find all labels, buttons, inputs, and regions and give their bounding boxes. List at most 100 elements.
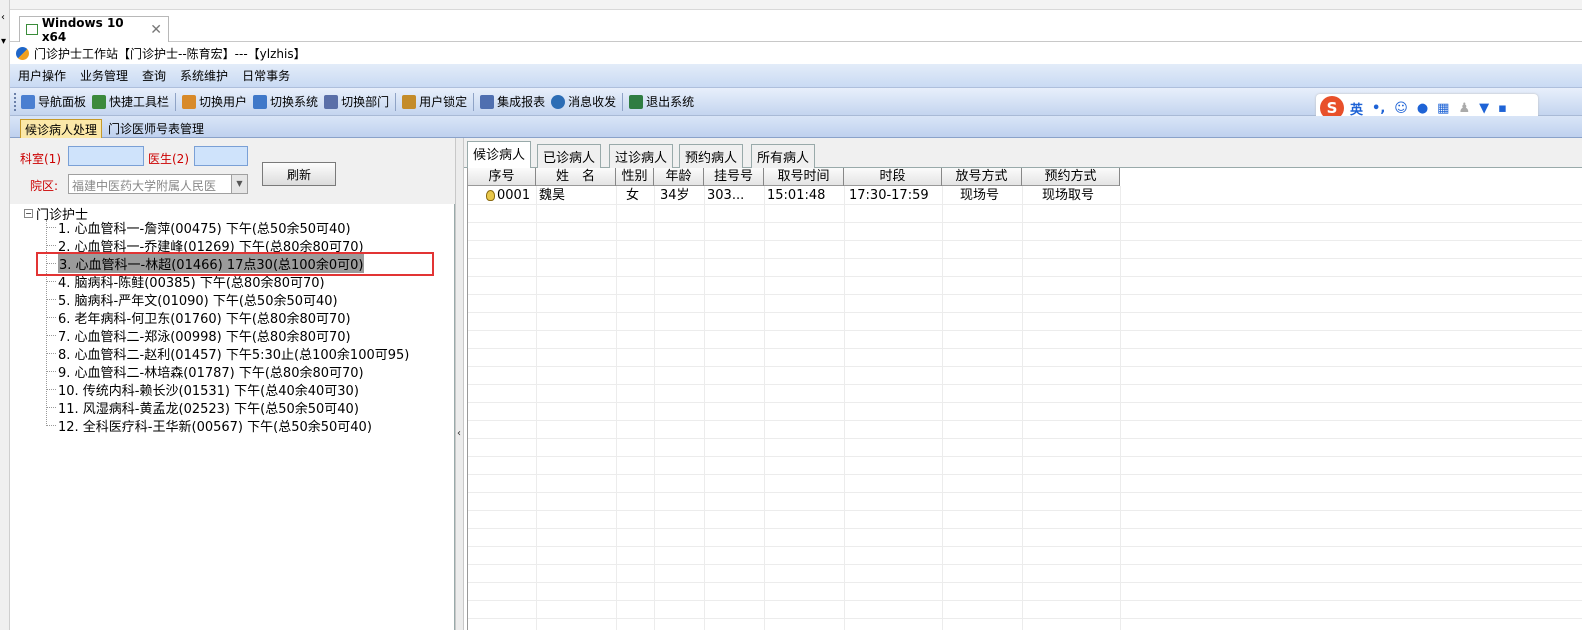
quick-toolbar-button[interactable]: 快捷工具栏 [92, 93, 169, 110]
toolbar-grip[interactable] [14, 92, 17, 111]
doctor-input[interactable] [194, 146, 248, 166]
switch-system-label: 切换系统 [270, 95, 319, 109]
message-button[interactable]: 消息收发 [551, 93, 616, 110]
dropdown-arrow-icon[interactable]: ▾ [1, 36, 6, 47]
report-button[interactable]: 集成报表 [480, 93, 545, 110]
col-booking-mode[interactable]: 预约方式 [1022, 168, 1120, 186]
menu-query[interactable]: 查询 [142, 67, 166, 84]
vm-icon [26, 24, 38, 35]
tab-waiting-patients[interactable]: 候诊病人处理 [20, 119, 103, 138]
refresh-button[interactable]: 刷新 [262, 162, 336, 186]
user-lock-icon [402, 94, 417, 109]
vm-tab-windows10[interactable]: Windows 10 x64 ✕ [19, 16, 169, 44]
app-title: 门诊护士工作站【门诊护士--陈育宏】---【ylzhis】 [34, 46, 306, 61]
tree-item[interactable]: 8. 心血管科二-赵利(01457) 下午5:30止(总100余100可95) [46, 344, 409, 363]
cell-seq-text: 0001 [497, 188, 531, 203]
tree-item[interactable]: 12. 全科医疗科-王华新(00567) 下午(总50余50可40) [46, 416, 372, 435]
grid-line [468, 402, 1582, 403]
col-seq[interactable]: 序号 [468, 168, 536, 186]
col-name[interactable]: 姓 名 [536, 168, 616, 186]
apps-icon[interactable]: ▪ [1498, 101, 1507, 116]
menu-user-ops[interactable]: 用户操作 [18, 67, 66, 84]
collapse-icon[interactable]: − [24, 209, 33, 218]
table-row[interactable]: 0001 魏昊 女 34岁 303... 15:01:48 17:30-17:5… [468, 187, 1120, 205]
tab-missed[interactable]: 过诊病人 [609, 144, 674, 168]
tree-item-label: 7. 心血管科二-郑泳(00998) 下午(总80余80可70) [58, 329, 351, 345]
exit-button[interactable]: 退出系统 [629, 93, 694, 110]
grid-line [468, 222, 1582, 223]
vm-tab-bar: Windows 10 x64 ✕ [10, 10, 1582, 44]
grid-line [468, 510, 1582, 511]
tab-seen[interactable]: 已诊病人 [537, 144, 602, 168]
grid-line [468, 564, 1582, 565]
keyboard-icon[interactable]: ▦ [1437, 101, 1449, 116]
switch-department-button[interactable]: 切换部门 [324, 93, 389, 110]
tree-item[interactable]: 11. 风湿病科-黄孟龙(02523) 下午(总50余50可40) [46, 398, 359, 417]
message-label: 消息收发 [568, 95, 617, 109]
right-pane: 候诊病人 已诊病人 过诊病人 预约病人 所有病人 序号 姓 名 性别 年龄 挂号… [464, 138, 1582, 630]
menu-daily-affairs[interactable]: 日常事务 [242, 67, 290, 84]
cell-release-mode: 现场号 [960, 188, 1000, 203]
user-lock-button[interactable]: 用户锁定 [402, 93, 467, 110]
tab-appointment[interactable]: 预约病人 [679, 144, 744, 168]
close-icon[interactable]: ✕ [150, 22, 162, 38]
col-take-time[interactable]: 取号时间 [764, 168, 844, 186]
switch-user-label: 切换用户 [199, 95, 248, 109]
ime-mode-toggle[interactable]: 英 [1350, 99, 1363, 118]
dept-input[interactable] [68, 146, 144, 166]
report-icon [480, 94, 495, 109]
campus-value: 福建中医药大学附属人民医 [72, 179, 217, 193]
tab-all[interactable]: 所有病人 [751, 144, 816, 168]
col-reg-no[interactable]: 挂号号 [704, 168, 764, 186]
switch-user-icon [182, 94, 197, 109]
skin-icon[interactable]: ▼ [1479, 101, 1489, 116]
tree-item[interactable]: 5. 脑病科-严年文(01090) 下午(总50余50可40) [46, 290, 338, 309]
switch-system-button[interactable]: 切换系统 [253, 93, 318, 110]
collapse-left-icon[interactable]: ‹ [457, 428, 461, 439]
left-pane: 科室(1) 医生(2) 院区: 福建中医药大学附属人民医 ▼ 刷新 − 门诊护士… [10, 138, 455, 630]
cell-reg-no: 303... [707, 188, 745, 203]
col-gender[interactable]: 性别 [616, 168, 654, 186]
switch-user-button[interactable]: 切换用户 [182, 93, 247, 110]
tree-item[interactable]: 10. 传统内科-赖长沙(01531) 下午(总40余40可30) [46, 380, 359, 399]
grid-line [468, 384, 1582, 385]
quick-toolbar-icon [92, 94, 107, 109]
user-icon[interactable]: ♟ [1458, 101, 1470, 116]
back-arrow-icon[interactable]: ‹ [1, 12, 5, 23]
col-period[interactable]: 时段 [844, 168, 942, 186]
tree-item-label: 10. 传统内科-赖长沙(01531) 下午(总40余40可30) [58, 383, 359, 399]
grid-line [468, 474, 1582, 475]
quick-toolbar-label: 快捷工具栏 [109, 95, 170, 109]
tab-doctor-schedule[interactable]: 门诊医师号表管理 [104, 119, 208, 138]
tree-item[interactable]: 6. 老年病科-何卫东(01760) 下午(总80余80可70) [46, 308, 351, 327]
campus-select[interactable]: 福建中医药大学附属人民医 ▼ [68, 174, 248, 194]
grid-line [468, 240, 1582, 241]
tree-item-label: 11. 风湿病科-黄孟龙(02523) 下午(总50余50可40) [58, 401, 359, 417]
navigation-panel-button[interactable]: 导航面板 [21, 93, 86, 110]
user-lock-label: 用户锁定 [419, 95, 468, 109]
menu-system-maintenance[interactable]: 系统维护 [180, 67, 228, 84]
tree-item[interactable]: 1. 心血管科一-詹萍(00475) 下午(总50余50可40) [46, 218, 351, 237]
highlight-annotation-box [36, 252, 434, 276]
exit-label: 退出系统 [646, 95, 695, 109]
menu-business[interactable]: 业务管理 [80, 67, 128, 84]
grid-line [468, 582, 1582, 583]
report-label: 集成报表 [497, 95, 546, 109]
message-icon [551, 94, 566, 109]
chevron-down-icon[interactable]: ▼ [231, 175, 247, 193]
tree-item[interactable]: 7. 心血管科二-郑泳(00998) 下午(总80余80可70) [46, 326, 351, 345]
navigation-panel-icon [21, 94, 35, 109]
ime-punct-toggle[interactable]: •, [1372, 101, 1385, 116]
exit-icon [629, 94, 644, 109]
col-age[interactable]: 年龄 [654, 168, 704, 186]
grid-line [468, 312, 1582, 313]
tree-item-label: 1. 心血管科一-詹萍(00475) 下午(总50余50可40) [58, 221, 351, 237]
grid-line [468, 348, 1582, 349]
navigation-panel-label: 导航面板 [38, 95, 87, 109]
col-release-mode[interactable]: 放号方式 [942, 168, 1022, 186]
tab-waiting[interactable]: 候诊病人 [467, 141, 532, 169]
tree-item[interactable]: 9. 心血管科二-林培森(01787) 下午(总80余80可70) [46, 362, 364, 381]
pane-splitter[interactable]: ‹ [455, 138, 464, 630]
microphone-icon[interactable]: ● [1417, 101, 1428, 116]
emoji-icon[interactable]: ☺ [1394, 101, 1408, 116]
